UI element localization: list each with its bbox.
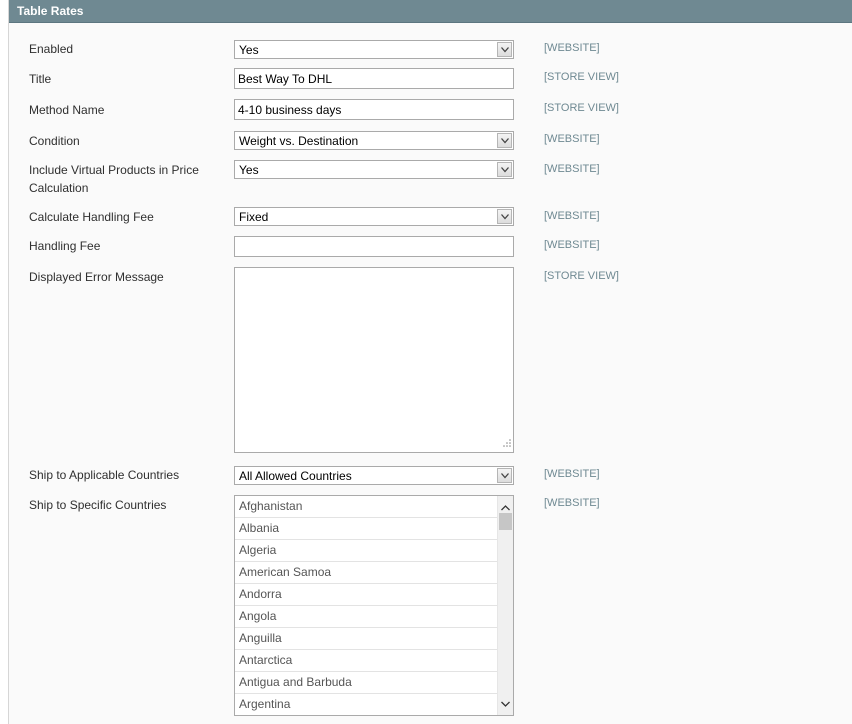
chevron-down-icon bbox=[497, 133, 512, 148]
country-list: Afghanistan Albania Algeria American Sam… bbox=[235, 496, 498, 715]
country-option[interactable]: Angola bbox=[235, 606, 498, 628]
applicable-countries-label: Ship to Applicable Countries bbox=[29, 468, 180, 482]
enabled-select-value: Yes bbox=[239, 43, 259, 57]
condition-scope: [WEBSITE] bbox=[544, 133, 600, 145]
method-name-label: Method Name bbox=[29, 103, 105, 117]
method-name-scope: [STORE VIEW] bbox=[544, 102, 619, 114]
country-option[interactable]: Afghanistan bbox=[235, 496, 498, 518]
specific-countries-multiselect[interactable]: Afghanistan Albania Algeria American Sam… bbox=[234, 495, 514, 716]
handling-fee-type-scope: [WEBSITE] bbox=[544, 210, 600, 222]
country-option[interactable]: American Samoa bbox=[235, 562, 498, 584]
handling-fee-type-label: Calculate Handling Fee bbox=[29, 210, 154, 224]
country-option[interactable]: Antigua and Barbuda bbox=[235, 672, 498, 694]
country-option[interactable]: Algeria bbox=[235, 540, 498, 562]
resize-grip-icon[interactable] bbox=[503, 436, 511, 450]
title-label: Title bbox=[29, 72, 52, 86]
error-message-label: Displayed Error Message bbox=[29, 270, 164, 284]
country-option[interactable]: Argentina bbox=[235, 694, 498, 715]
include-virtual-label: Include Virtual Products in Price Calcul… bbox=[29, 163, 199, 195]
chevron-down-icon[interactable] bbox=[501, 696, 510, 710]
chevron-up-icon[interactable] bbox=[501, 500, 510, 514]
chevron-down-icon bbox=[497, 468, 512, 483]
handling-fee-type-select[interactable]: Fixed bbox=[234, 207, 514, 226]
title-input-value: Best Way To DHL bbox=[238, 72, 333, 86]
error-message-scope: [STORE VIEW] bbox=[544, 270, 619, 282]
handling-fee-scope: [WEBSITE] bbox=[544, 239, 600, 251]
include-virtual-select[interactable]: Yes bbox=[234, 160, 514, 179]
handling-fee-type-select-value: Fixed bbox=[239, 210, 269, 224]
error-message-textarea[interactable] bbox=[234, 267, 514, 453]
include-virtual-scope: [WEBSITE] bbox=[544, 163, 600, 175]
enabled-label: Enabled bbox=[29, 42, 74, 56]
section-title: Table Rates bbox=[17, 4, 84, 18]
country-option[interactable]: Albania bbox=[235, 518, 498, 540]
country-option[interactable]: Antarctica bbox=[235, 650, 498, 672]
country-option[interactable]: Andorra bbox=[235, 584, 498, 606]
method-name-input[interactable]: 4-10 business days bbox=[234, 99, 514, 120]
section-header[interactable]: Table Rates bbox=[9, 0, 852, 23]
applicable-countries-select[interactable]: All Allowed Countries bbox=[234, 466, 514, 485]
scroll-thumb[interactable] bbox=[499, 513, 512, 530]
title-input[interactable]: Best Way To DHL bbox=[234, 68, 514, 89]
country-option[interactable]: Anguilla bbox=[235, 628, 498, 650]
enabled-select[interactable]: Yes bbox=[234, 40, 514, 59]
countries-scrollbar[interactable] bbox=[497, 496, 513, 715]
handling-fee-label: Handling Fee bbox=[29, 239, 101, 253]
enabled-scope: [WEBSITE] bbox=[544, 42, 600, 54]
condition-select[interactable]: Weight vs. Destination bbox=[234, 131, 514, 150]
specific-countries-label: Ship to Specific Countries bbox=[29, 498, 167, 512]
handling-fee-input[interactable] bbox=[234, 236, 514, 257]
include-virtual-select-value: Yes bbox=[239, 163, 259, 177]
chevron-down-icon bbox=[497, 162, 512, 177]
specific-countries-scope: [WEBSITE] bbox=[544, 497, 600, 509]
applicable-countries-select-value: All Allowed Countries bbox=[239, 469, 352, 483]
applicable-countries-scope: [WEBSITE] bbox=[544, 468, 600, 480]
condition-label: Condition bbox=[29, 134, 80, 148]
method-name-input-value: 4-10 business days bbox=[238, 103, 342, 117]
title-scope: [STORE VIEW] bbox=[544, 71, 619, 83]
chevron-down-icon bbox=[497, 209, 512, 224]
condition-select-value: Weight vs. Destination bbox=[239, 134, 359, 148]
chevron-down-icon bbox=[497, 42, 512, 57]
table-rates-section: Table Rates Enabled Yes [WEBSITE] Title … bbox=[8, 0, 852, 724]
